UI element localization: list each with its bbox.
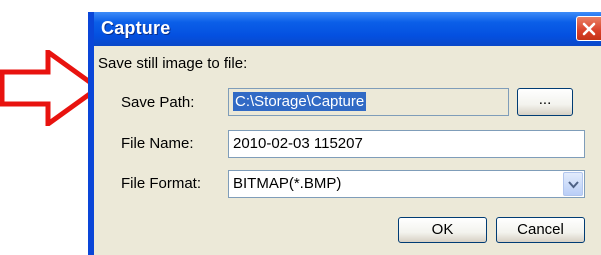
- chevron-down-icon: [568, 181, 579, 189]
- dialog-title: Capture: [101, 18, 171, 38]
- intro-text: Save still image to file:: [98, 55, 248, 72]
- save-path-field[interactable]: C:\Storage\Capture: [228, 88, 509, 116]
- file-name-label: File Name:: [121, 135, 194, 152]
- cancel-button[interactable]: Cancel: [496, 217, 585, 243]
- file-name-input[interactable]: 2010-02-03 115207: [228, 130, 585, 158]
- save-path-label: Save Path:: [121, 94, 195, 111]
- close-icon: [582, 22, 596, 36]
- title-bar: Capture: [94, 12, 601, 46]
- save-path-value: C:\Storage\Capture: [233, 92, 367, 111]
- file-format-select[interactable]: BITMAP(*.BMP): [228, 170, 585, 198]
- browse-button[interactable]: ...: [517, 88, 573, 116]
- ok-button[interactable]: OK: [398, 217, 487, 243]
- close-button[interactable]: [576, 16, 601, 41]
- file-format-label: File Format:: [121, 175, 202, 192]
- capture-dialog: Capture Save still image to file: Save P…: [88, 12, 601, 255]
- file-format-value: BITMAP(*.BMP): [233, 175, 342, 192]
- red-arrow-annotation: [0, 50, 100, 126]
- dropdown-button[interactable]: [563, 172, 583, 196]
